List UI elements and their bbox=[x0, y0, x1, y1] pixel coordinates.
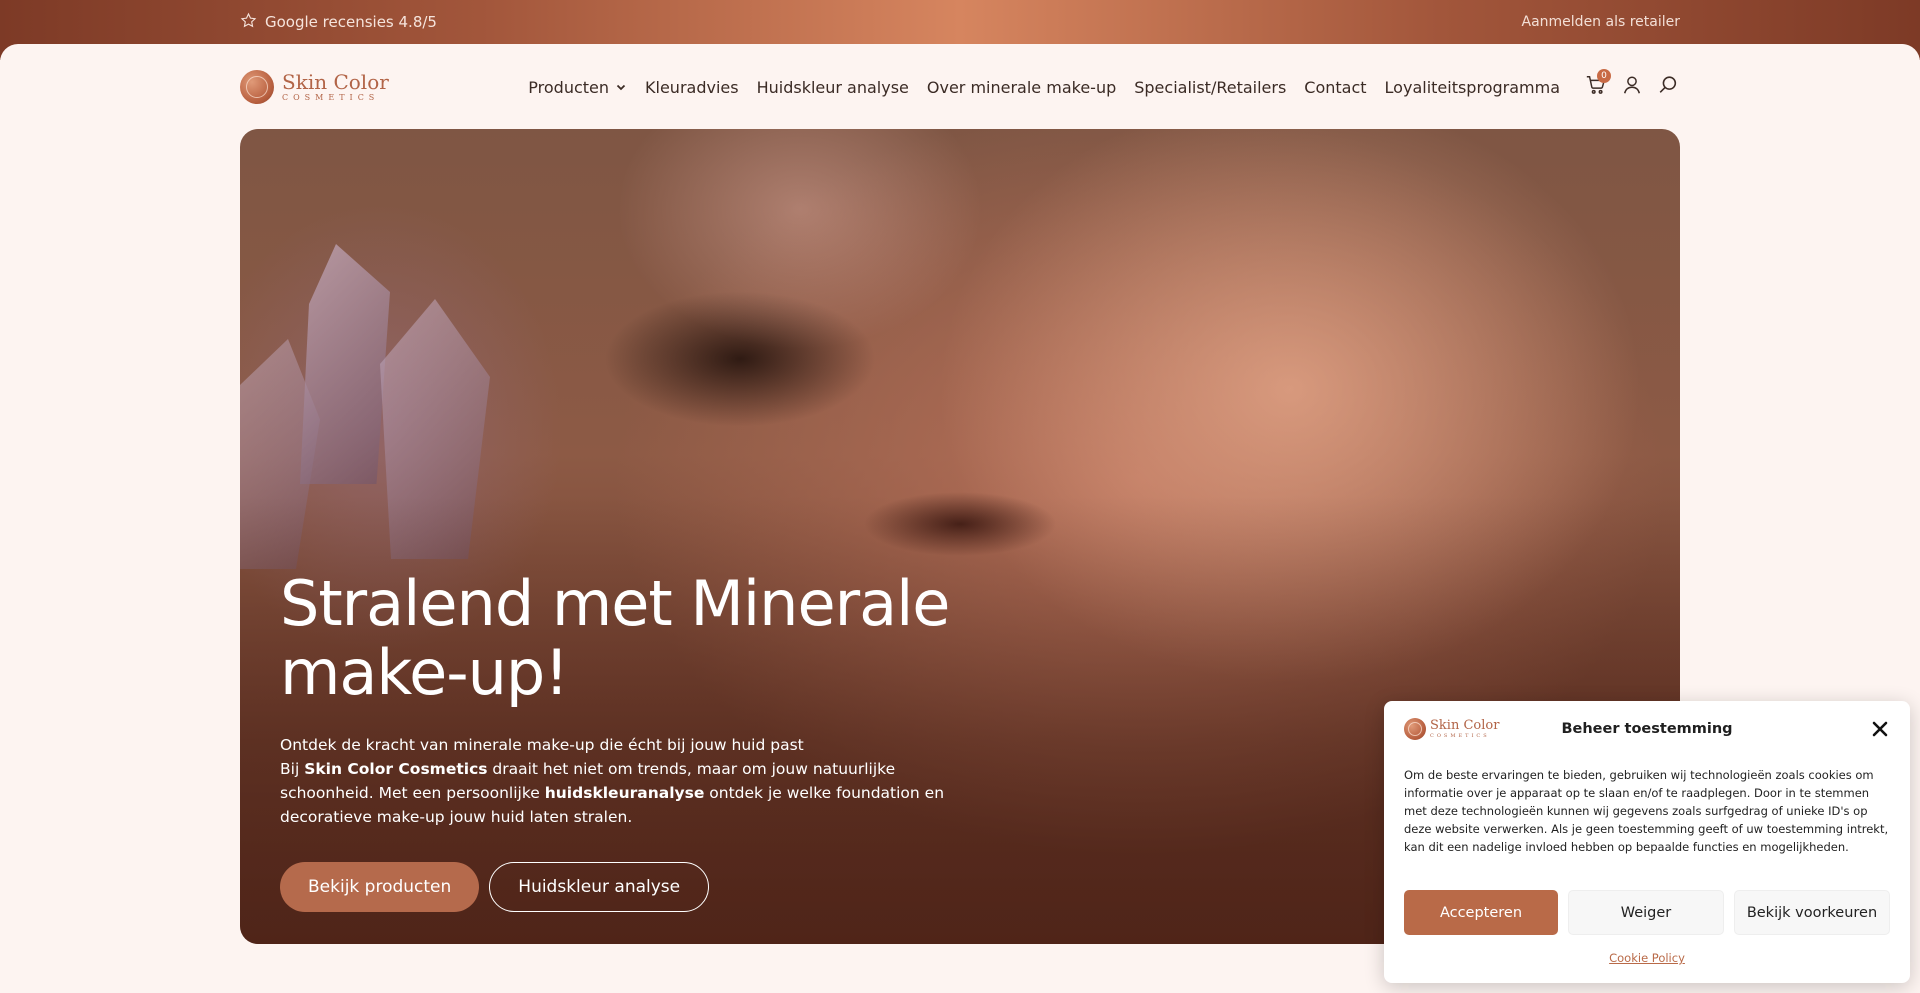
hero-title-line1: Stralend met Minerale bbox=[280, 567, 950, 640]
hero-image-crystal bbox=[380, 299, 490, 559]
hero-intro-line: Ontdek de kracht van minerale make-up di… bbox=[280, 736, 804, 754]
logo-name: Skin Color bbox=[282, 70, 389, 94]
nav-item-loyaliteitsprogramma[interactable]: Loyaliteitsprogramma bbox=[1385, 78, 1560, 97]
hero-description: Ontdek de kracht van minerale make-up di… bbox=[280, 733, 960, 829]
logo-mark-icon bbox=[1404, 718, 1426, 740]
deny-cookies-button[interactable]: Weiger bbox=[1568, 890, 1724, 935]
search-button[interactable] bbox=[1656, 75, 1680, 99]
hero-image-crystal bbox=[300, 244, 390, 484]
cookie-dialog-logo: Skin Color COSMETICS bbox=[1404, 718, 1499, 740]
site-header: Skin Color COSMETICS Producten Kleuradvi… bbox=[240, 62, 1680, 112]
logo-name: Skin Color bbox=[1430, 718, 1500, 733]
chevron-down-icon bbox=[615, 78, 627, 97]
google-review: Google recensies 4.8/5 bbox=[240, 12, 437, 33]
review-text: Google recensies 4.8/5 bbox=[265, 13, 437, 31]
hero-paragraph: Bij Skin Color Cosmetics draait het niet… bbox=[280, 760, 945, 826]
hero-title-line2: make-up! bbox=[280, 636, 569, 709]
hero-title: Stralend met Minerale make-up! bbox=[280, 569, 960, 707]
nav-item-huidskleur-analyse[interactable]: Huidskleur analyse bbox=[757, 78, 909, 97]
cookie-dialog-text: Om de beste ervaringen te bieden, gebrui… bbox=[1404, 768, 1889, 854]
site-logo[interactable]: Skin Color COSMETICS bbox=[240, 70, 389, 104]
cookie-policy-link[interactable]: Cookie Policy bbox=[1404, 951, 1890, 965]
nav-item-over-minerale-make-up[interactable]: Over minerale make-up bbox=[927, 78, 1116, 97]
main-nav: Producten Kleuradvies Huidskleur analyse… bbox=[528, 69, 1680, 99]
hero-image-crystal bbox=[240, 339, 320, 569]
cart-count-badge: 0 bbox=[1597, 69, 1611, 83]
hero-content: Stralend met Minerale make-up! Ontdek de… bbox=[280, 569, 960, 912]
logo-subtitle: COSMETICS bbox=[1430, 733, 1490, 739]
skin-color-analysis-button[interactable]: Huidskleur analyse bbox=[489, 862, 710, 912]
retailer-signup-link[interactable]: Aanmelden als retailer bbox=[1522, 14, 1680, 30]
accept-cookies-button[interactable]: Accepteren bbox=[1404, 890, 1558, 935]
account-button[interactable] bbox=[1620, 75, 1644, 99]
nav-item-label: Producten bbox=[528, 77, 610, 97]
brand-name: Skin Color Cosmetics bbox=[304, 760, 488, 778]
cookie-consent-dialog: Skin Color COSMETICS Beheer toestemming … bbox=[1384, 701, 1910, 983]
logo-mark-icon bbox=[240, 70, 274, 104]
nav-item-contact[interactable]: Contact bbox=[1304, 78, 1366, 97]
user-icon bbox=[1621, 74, 1643, 100]
logo-subtitle: COSMETICS bbox=[282, 93, 380, 102]
view-preferences-button[interactable]: Bekijk voorkeuren bbox=[1734, 890, 1890, 935]
view-products-button[interactable]: Bekijk producten bbox=[280, 862, 480, 912]
nav-item-kleuradvies[interactable]: Kleuradvies bbox=[645, 78, 739, 97]
cart-button[interactable]: 0 bbox=[1584, 69, 1611, 99]
nav-item-specialist-retailers[interactable]: Specialist/Retailers bbox=[1134, 78, 1286, 97]
skin-analysis-highlight: huidskleuranalyse bbox=[544, 784, 705, 802]
star-icon bbox=[240, 12, 257, 33]
nav-item-producten[interactable]: Producten bbox=[528, 78, 627, 97]
close-icon[interactable] bbox=[1870, 719, 1890, 739]
search-icon bbox=[1657, 74, 1679, 100]
